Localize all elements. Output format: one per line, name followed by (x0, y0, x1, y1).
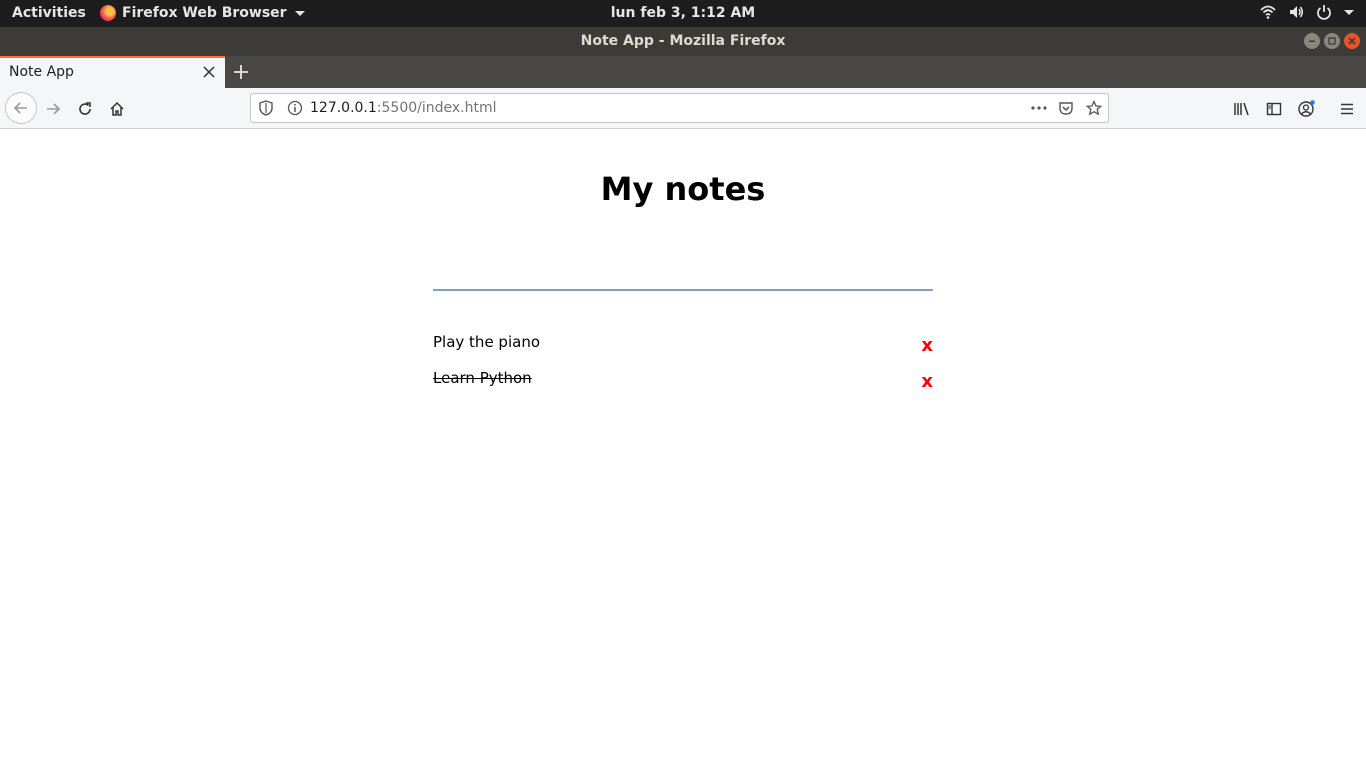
account-icon (1298, 100, 1315, 117)
minimize-button[interactable] (1304, 33, 1320, 49)
note-input[interactable] (433, 257, 933, 291)
system-tray[interactable] (1260, 4, 1354, 20)
system-top-bar: Activities Firefox Web Browser lun feb 3… (0, 0, 1366, 27)
shield-icon[interactable] (259, 100, 273, 116)
tab-strip: Note App (0, 56, 1366, 88)
note-item[interactable]: Play the piano x (433, 329, 933, 365)
more-actions-icon[interactable] (1030, 101, 1048, 115)
note-text[interactable]: Learn Python (433, 369, 532, 387)
volume-icon (1290, 6, 1303, 18)
library-button[interactable] (1228, 95, 1256, 123)
url-text[interactable]: 127.0.0.1:5500/index.html (310, 100, 497, 116)
sidebar-icon (1266, 102, 1282, 116)
window-title-bar: Note App - Mozilla Firefox (0, 27, 1366, 56)
power-icon (1317, 5, 1331, 20)
close-icon (1348, 37, 1356, 45)
hamburger-menu-icon (1341, 103, 1353, 115)
home-icon (110, 101, 124, 116)
note-text[interactable]: Play the piano (433, 333, 540, 351)
pocket-icon[interactable] (1058, 100, 1074, 116)
url-bar[interactable]: 127.0.0.1:5500/index.html (250, 93, 1109, 123)
bookmark-star-icon[interactable] (1086, 100, 1102, 116)
sidebar-button[interactable] (1260, 95, 1288, 123)
window-controls (1304, 33, 1360, 49)
notes-list: Play the piano x Learn Python x (433, 329, 933, 401)
info-icon[interactable] (287, 100, 303, 116)
account-button[interactable] (1292, 95, 1320, 123)
url-host: 127.0.0.1 (310, 100, 377, 116)
tab-label: Note App (9, 64, 74, 80)
page-content: My notes Play the piano x Learn Python x (0, 129, 1366, 768)
system-clock[interactable]: lun feb 3, 1:12 AM (0, 5, 1366, 21)
library-icon (1234, 102, 1249, 116)
back-button[interactable] (5, 92, 37, 124)
menu-button[interactable] (1333, 95, 1361, 123)
minimize-icon (1309, 40, 1315, 42)
window-title: Note App - Mozilla Firefox (580, 33, 786, 49)
delete-note-button[interactable]: x (921, 335, 933, 356)
maximize-button[interactable] (1324, 33, 1340, 49)
page-title: My notes (600, 170, 766, 208)
wifi-icon (1260, 5, 1276, 19)
chevron-down-icon (1344, 10, 1354, 15)
reload-button[interactable] (71, 95, 99, 123)
maximize-icon (1328, 37, 1336, 45)
navigation-toolbar: 127.0.0.1:5500/index.html (0, 88, 1366, 129)
url-path: :5500/index.html (376, 100, 497, 116)
forward-arrow-icon (47, 103, 61, 115)
tab-note-app[interactable]: Note App (0, 56, 225, 88)
note-item[interactable]: Learn Python x (433, 365, 933, 401)
close-tab-icon[interactable] (203, 66, 215, 78)
close-window-button[interactable] (1344, 33, 1360, 49)
home-button[interactable] (103, 95, 131, 123)
delete-note-button[interactable]: x (921, 371, 933, 392)
back-arrow-icon (13, 102, 27, 114)
new-tab-icon[interactable] (231, 62, 251, 82)
reload-icon (79, 102, 91, 115)
forward-button[interactable] (39, 95, 67, 123)
